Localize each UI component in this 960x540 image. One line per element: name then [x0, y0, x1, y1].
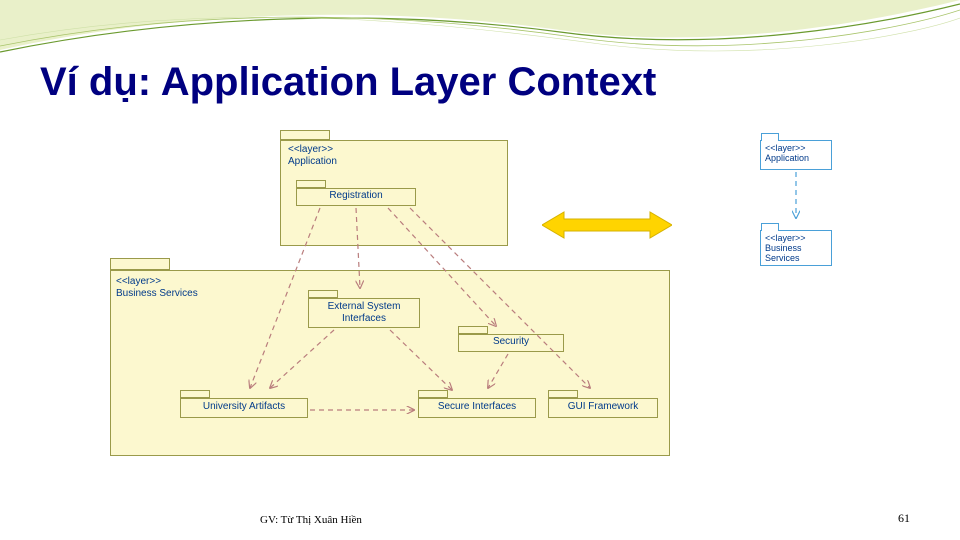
mini-name: Application	[765, 153, 809, 163]
slide: Ví dụ: Application Layer Context <<layer…	[0, 0, 960, 540]
mini-name: Business Services	[765, 243, 802, 263]
mini-package-application: <<layer>> Application	[760, 140, 832, 170]
slide-title: Ví dụ: Application Layer Context	[40, 60, 656, 105]
mini-dependency-arrow	[760, 170, 832, 230]
footer-page-number: 61	[898, 511, 910, 526]
header-swoosh	[0, 0, 960, 60]
mini-stereotype: <<layer>>	[765, 143, 806, 153]
footer-author: GV: Từ Thị Xuân Hiền	[260, 514, 362, 526]
mini-package-business-services: <<layer>> Business Services	[760, 230, 832, 266]
bidirectional-arrow-icon	[542, 210, 672, 240]
uml-diagram: <<layer>> Business Services <<layer>> Ap…	[110, 130, 710, 470]
dependency-arrows	[110, 130, 710, 470]
mini-stereotype: <<layer>>	[765, 233, 806, 243]
